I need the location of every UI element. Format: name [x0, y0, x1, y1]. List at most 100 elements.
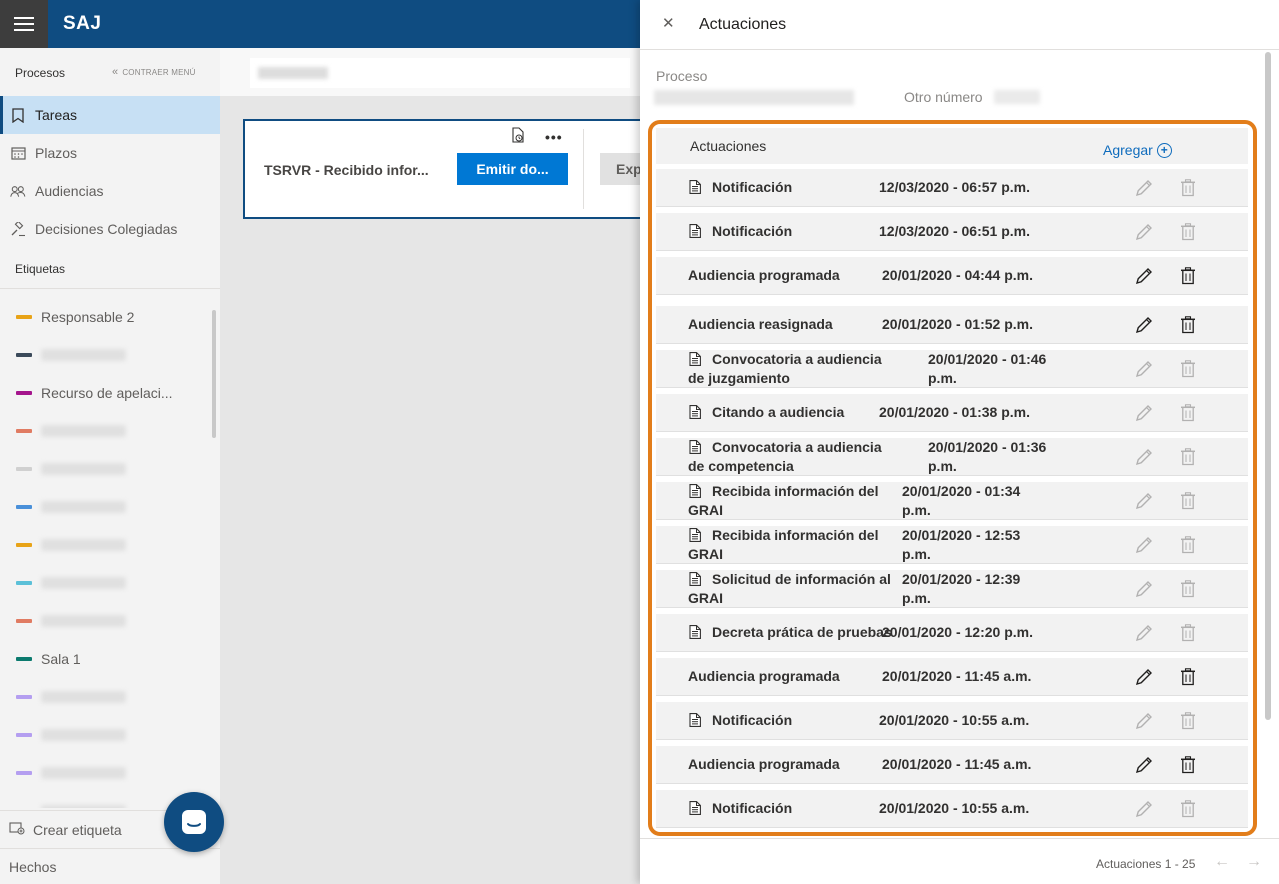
sidebar-item-label: Audiencias [35, 183, 104, 199]
actuacion-row[interactable]: Audiencia programada 20/01/2020 - 11:45 a… [656, 658, 1248, 696]
edit-pencil-icon[interactable] [1134, 623, 1154, 643]
delete-trash-icon[interactable] [1180, 624, 1196, 642]
tag-color-swatch [16, 619, 32, 623]
tag-item[interactable]: Sala 1 [16, 649, 81, 669]
actuacion-row[interactable]: Convocatoria a audiencia de competencia 2… [656, 438, 1248, 476]
edit-pencil-icon[interactable] [1134, 403, 1154, 423]
sidebar-item-label: Tareas [35, 107, 78, 123]
sidebar-item-hechos[interactable]: Hechos [0, 848, 220, 884]
delete-trash-icon[interactable] [1180, 668, 1196, 686]
tag-item[interactable] [16, 421, 126, 441]
redacted-tag-label [41, 349, 126, 361]
tag-item[interactable]: Recurso de apelaci... [16, 383, 173, 403]
redacted-tag-label [41, 501, 126, 513]
actuacion-row[interactable]: Audiencia reasignada 20/01/2020 - 01:52 p… [656, 306, 1248, 344]
delete-trash-icon[interactable] [1180, 580, 1196, 598]
delete-trash-icon[interactable] [1180, 800, 1196, 818]
sidebar-item-tareas[interactable]: Tareas [0, 96, 220, 134]
tag-label: Recurso de apelaci... [41, 385, 173, 401]
actuacion-row[interactable]: Recibida información del GRAI 20/01/2020 … [656, 482, 1248, 520]
actuacion-row[interactable]: Recibida información del GRAI 20/01/2020 … [656, 526, 1248, 564]
tag-item[interactable] [16, 573, 126, 593]
tag-item[interactable] [16, 611, 126, 631]
actuacion-row[interactable]: Notificación 12/03/2020 - 06:51 p.m. [656, 213, 1248, 251]
delete-trash-icon[interactable] [1180, 492, 1196, 510]
sidebar-item-audiencias[interactable]: Audiencias [0, 172, 220, 210]
edit-pencil-icon[interactable] [1134, 579, 1154, 599]
actuacion-date: 20/01/2020 - 10:55 a.m. [879, 712, 1030, 728]
actuacion-row[interactable]: Notificación 20/01/2020 - 10:55 a.m. [656, 790, 1248, 828]
edit-pencil-icon[interactable] [1134, 799, 1154, 819]
search-input[interactable] [250, 58, 630, 88]
actuacion-row[interactable]: Audiencia programada 20/01/2020 - 11:45 a… [656, 746, 1248, 784]
sidebar-scrollbar[interactable] [212, 310, 216, 438]
tag-item[interactable] [16, 459, 126, 479]
sidebar-item-plazos[interactable]: Plazos [0, 134, 220, 172]
tag-item[interactable] [16, 535, 126, 555]
delete-trash-icon[interactable] [1180, 712, 1196, 730]
close-icon[interactable]: ✕ [662, 14, 675, 32]
actuacion-title: Recibida información del GRAI [688, 527, 879, 562]
delete-trash-icon[interactable] [1180, 536, 1196, 554]
chat-support-button[interactable] [164, 792, 224, 852]
actuacion-row[interactable]: Notificación 20/01/2020 - 10:55 a.m. [656, 702, 1248, 740]
delete-trash-icon[interactable] [1180, 223, 1196, 241]
actuacion-row[interactable]: Citando a audiencia 20/01/2020 - 01:38 p.… [656, 394, 1248, 432]
emit-document-button[interactable]: Emitir do... [457, 153, 568, 185]
edit-pencil-icon[interactable] [1134, 491, 1154, 511]
other-number-label: Otro número [904, 89, 983, 105]
sidebar-item-label: Decisiones Colegiadas [35, 221, 178, 237]
edit-pencil-icon[interactable] [1134, 447, 1154, 467]
delete-trash-icon[interactable] [1180, 756, 1196, 774]
delete-trash-icon[interactable] [1180, 179, 1196, 197]
tag-color-swatch [16, 771, 32, 775]
sidebar-item-label: Plazos [35, 145, 78, 161]
actuacion-row[interactable]: Notificación 12/03/2020 - 06:57 p.m. [656, 169, 1248, 207]
add-label: Agregar [1103, 142, 1153, 158]
tag-item[interactable] [16, 763, 126, 783]
delete-trash-icon[interactable] [1180, 448, 1196, 466]
delete-trash-icon[interactable] [1180, 316, 1196, 334]
hamburger-menu-icon[interactable] [0, 0, 48, 48]
actuacion-row[interactable]: Decreta prática de pruebas 20/01/2020 - 1… [656, 614, 1248, 652]
task-card[interactable]: TSRVR - Recibido infor... ••• Emitir do.… [243, 119, 663, 219]
actuacion-date: 20/01/2020 - 11:45 a.m. [882, 756, 1032, 772]
actuacion-title: Recibida información del GRAI [688, 483, 879, 518]
actuacion-row[interactable]: Solicitud de información al GRAI 20/01/20… [656, 570, 1248, 608]
edit-pencil-icon[interactable] [1134, 266, 1154, 286]
edit-pencil-icon[interactable] [1134, 711, 1154, 731]
delete-trash-icon[interactable] [1180, 267, 1196, 285]
edit-pencil-icon[interactable] [1134, 222, 1154, 242]
people-icon [10, 183, 26, 199]
tag-item[interactable] [16, 345, 126, 365]
tag-item[interactable] [16, 497, 126, 517]
collapse-menu-button[interactable]: «CONTRAER MENÚ [112, 66, 196, 78]
document-clock-icon[interactable] [511, 127, 525, 146]
edit-pencil-icon[interactable] [1134, 755, 1154, 775]
tag-item[interactable] [16, 725, 126, 745]
delete-trash-icon[interactable] [1180, 360, 1196, 378]
redacted-tag-label [41, 615, 126, 627]
actuacion-row[interactable]: Convocatoria a audiencia de juzgamiento 2… [656, 350, 1248, 388]
tag-item[interactable] [16, 687, 126, 707]
tag-item[interactable] [16, 801, 126, 808]
redacted-tag-label [41, 805, 126, 808]
edit-pencil-icon[interactable] [1134, 667, 1154, 687]
edit-pencil-icon[interactable] [1134, 535, 1154, 555]
panel-scrollbar[interactable] [1265, 52, 1271, 720]
edit-pencil-icon[interactable] [1134, 359, 1154, 379]
delete-trash-icon[interactable] [1180, 404, 1196, 422]
arrow-left-icon[interactable]: ← [1214, 853, 1230, 871]
actuacion-date: 20/01/2020 - 01:36 p.m. [928, 439, 1047, 474]
tag-item[interactable]: Responsable 2 [16, 307, 134, 327]
divider [583, 129, 584, 209]
more-options-icon[interactable]: ••• [545, 129, 563, 145]
actuacion-title: Notificación [712, 712, 793, 728]
arrow-right-icon[interactable]: → [1246, 853, 1262, 871]
edit-pencil-icon[interactable] [1134, 178, 1154, 198]
actuacion-row[interactable]: Audiencia programada 20/01/2020 - 04:44 p… [656, 257, 1248, 295]
edit-pencil-icon[interactable] [1134, 315, 1154, 335]
tag-label: Sala 1 [41, 651, 81, 667]
sidebar-item-decisiones-colegiadas[interactable]: Decisiones Colegiadas [0, 210, 220, 248]
add-actuacion-button[interactable]: Agregar + [1103, 142, 1172, 158]
